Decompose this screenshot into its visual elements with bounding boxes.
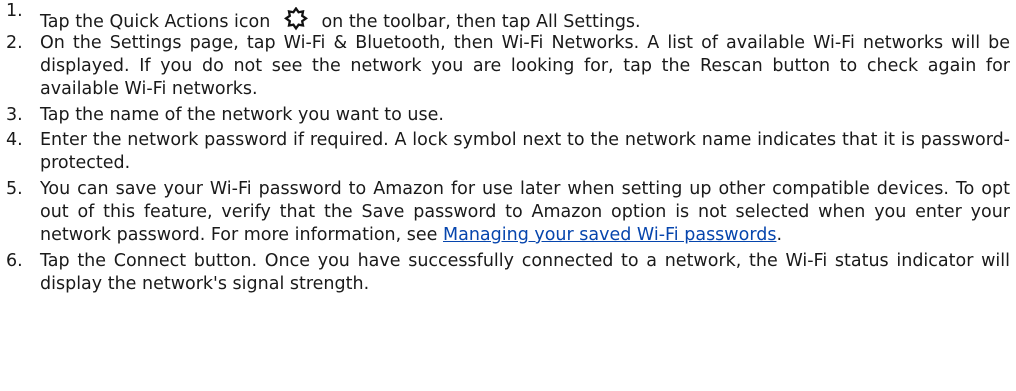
step-number: 1.: [6, 1, 23, 21]
step-4: 4. Enter the network password if require…: [0, 129, 1016, 175]
step-number: 4.: [6, 130, 23, 150]
step-text: On the Settings page, tap Wi-Fi & Blueto…: [40, 33, 1010, 99]
step-text-end: .: [776, 225, 783, 245]
step-number: 6.: [6, 251, 23, 271]
step-text: Tap the name of the network you want to …: [40, 105, 444, 125]
step-text-after-icon: on the toolbar, then tap All Settings.: [321, 12, 641, 32]
step-text: Tap the Quick Actions icon: [40, 12, 271, 32]
step-3: 3. Tap the name of the network you want …: [0, 104, 1016, 127]
step-6: 6. Tap the Connect button. Once you have…: [0, 250, 1016, 296]
step-number: 2.: [6, 33, 23, 53]
instruction-steps: 1. Tap the Quick Actions icon on the too…: [0, 0, 1016, 296]
step-text: Enter the network password if required. …: [40, 130, 1010, 173]
step-1: 1. Tap the Quick Actions icon on the too…: [0, 0, 1016, 32]
gear-icon: [276, 7, 316, 31]
step-number: 3.: [6, 105, 23, 125]
step-5: 5. You can save your Wi-Fi password to A…: [0, 178, 1016, 247]
saved-wifi-passwords-link[interactable]: Managing your saved Wi-Fi passwords: [443, 225, 776, 245]
step-text: Tap the Connect button. Once you have su…: [40, 251, 1010, 294]
step-2: 2. On the Settings page, tap Wi-Fi & Blu…: [0, 32, 1016, 101]
step-number: 5.: [6, 179, 23, 199]
